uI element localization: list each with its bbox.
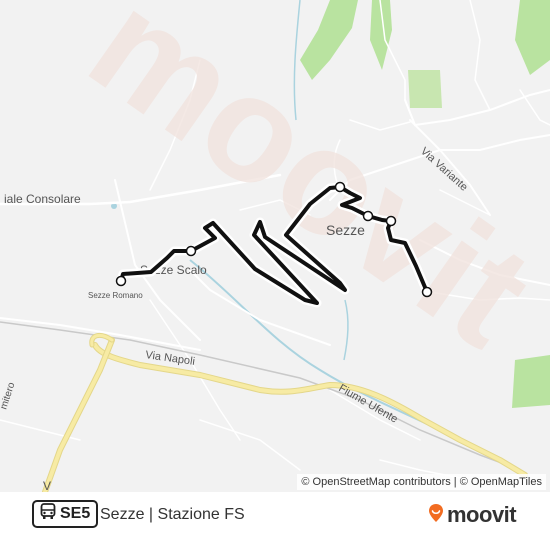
label-sezze: Sezze (326, 222, 365, 238)
stop-marker (334, 181, 346, 193)
route-badge: SE5 (32, 500, 99, 528)
stop-marker (115, 275, 127, 287)
stop-marker (385, 215, 397, 227)
moovit-wordmark: moovit (447, 502, 517, 527)
label-viale-consolare: iale Consolare (4, 192, 81, 206)
label-bottom-partial: V (43, 479, 51, 493)
bus-icon (40, 503, 56, 525)
stop-marker (185, 245, 197, 257)
stop-marker (362, 210, 374, 222)
moovit-brand: moovit (428, 502, 517, 528)
map-canvas[interactable]: moovit iale Consolare Sezze Scalo Sezze … (0, 0, 550, 540)
route-code: SE5 (60, 505, 91, 522)
label-sezze-romano: Sezze Romano (88, 291, 143, 300)
route-title: Sezze | Stazione FS (100, 506, 245, 523)
moovit-logo-icon (428, 503, 444, 528)
map-attribution[interactable]: © OpenStreetMap contributors | © OpenMap… (297, 474, 546, 490)
footer-bar: SE5 Sezze | Stazione FS moovit (0, 492, 550, 540)
stop-marker (421, 286, 433, 298)
